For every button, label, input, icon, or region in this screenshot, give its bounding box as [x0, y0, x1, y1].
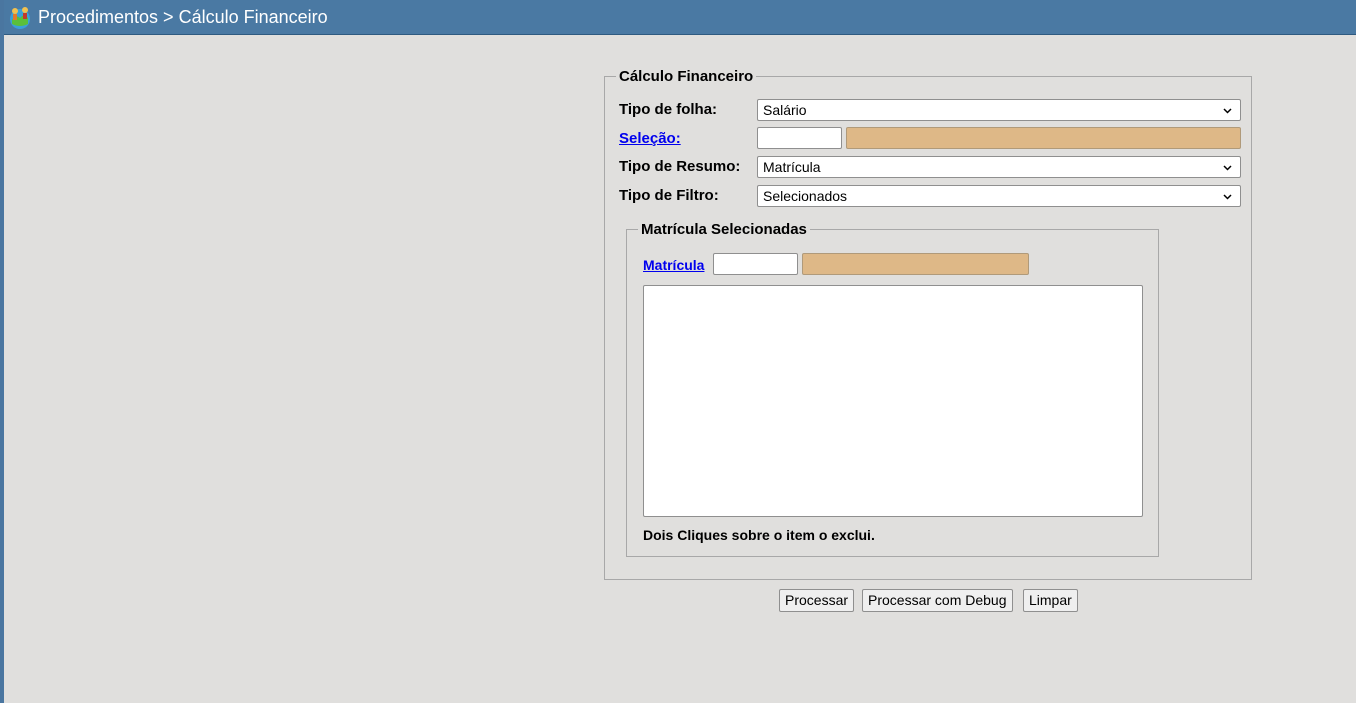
tipo-folha-select[interactable]: Salário — [757, 99, 1241, 121]
tipo-filtro-label: Tipo de Filtro: — [619, 187, 719, 204]
tipo-resumo-label: Tipo de Resumo: — [619, 158, 741, 175]
matricula-input[interactable] — [713, 253, 798, 275]
tipo-filtro-select[interactable]: Selecionados — [757, 185, 1241, 207]
processar-debug-button[interactable]: Processar com Debug — [862, 589, 1013, 612]
selecao-description-field — [846, 127, 1241, 149]
tipo-folha-label: Tipo de folha: — [619, 101, 718, 118]
remove-hint: Dois Cliques sobre o item o exclui. — [643, 527, 875, 543]
fieldset-legend: Cálculo Financeiro — [616, 68, 757, 85]
header-bar: Procedimentos > Cálculo Financeiro — [4, 0, 1356, 35]
selected-matriculas-list[interactable] — [643, 285, 1143, 517]
chevron-down-icon — [1223, 194, 1232, 200]
chevron-down-icon — [1223, 165, 1232, 171]
tipo-filtro-value: Selecionados — [763, 188, 848, 204]
limpar-button[interactable]: Limpar — [1023, 589, 1078, 612]
tipo-resumo-select[interactable]: Matrícula — [757, 156, 1241, 178]
tipo-folha-value: Salário — [763, 102, 807, 118]
matricula-description-field — [802, 253, 1029, 275]
page-title: Procedimentos > Cálculo Financeiro — [38, 6, 328, 27]
processar-button[interactable]: Processar — [779, 589, 855, 612]
left-border — [0, 0, 4, 703]
people-globe-icon — [10, 7, 30, 29]
tipo-resumo-value: Matrícula — [763, 159, 821, 175]
matricula-link[interactable]: Matrícula — [643, 257, 704, 273]
selecao-link[interactable]: Seleção: — [619, 130, 681, 147]
chevron-down-icon — [1223, 108, 1232, 114]
selecao-code-input[interactable] — [757, 127, 842, 149]
inner-fieldset-legend: Matrícula Selecionadas — [638, 221, 810, 238]
